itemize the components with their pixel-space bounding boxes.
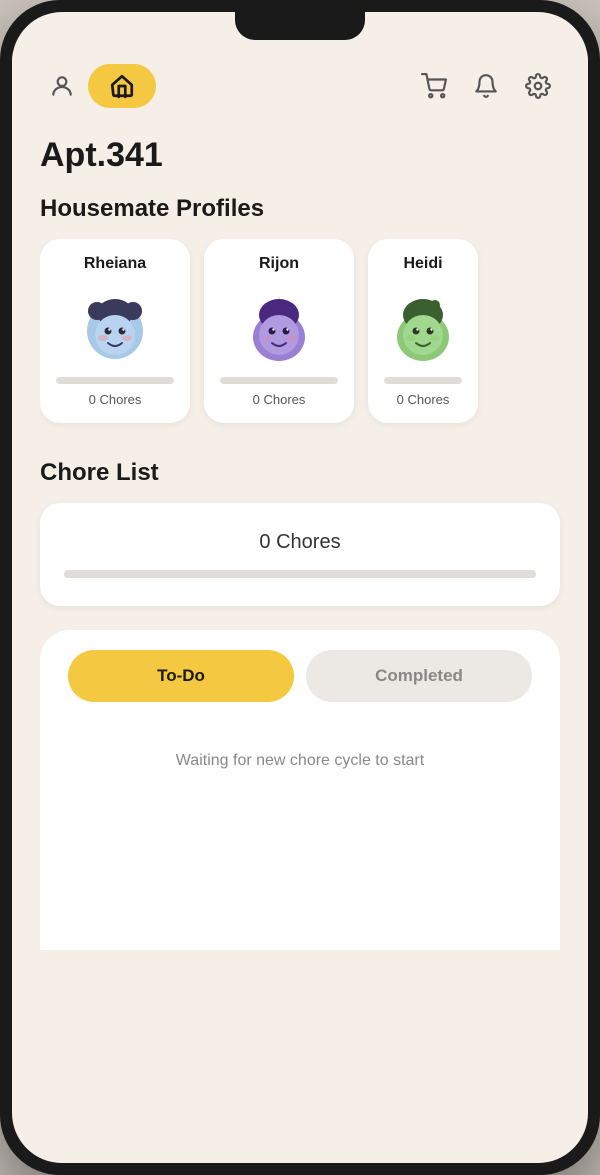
profile-name-rheiana: Rheiana — [84, 255, 146, 273]
chore-list-card: 0 Chores — [40, 503, 560, 606]
bell-icon — [473, 73, 499, 99]
app-content: Apt.341 Housemate Profiles Rheiana — [12, 12, 588, 1163]
todo-tab[interactable]: To-Do — [68, 650, 294, 702]
avatar-rijon — [239, 285, 319, 365]
empty-state-message: Waiting for new chore cycle to start — [68, 732, 532, 770]
gear-icon — [525, 73, 551, 99]
notch — [235, 12, 365, 40]
profiles-section-title: Housemate Profiles — [40, 195, 560, 223]
main-content: Apt.341 Housemate Profiles Rheiana — [12, 120, 588, 966]
avatar-rheiana — [75, 285, 155, 365]
bell-nav-button[interactable] — [464, 64, 508, 108]
nav-left — [40, 64, 156, 108]
chore-list-title: Chore List — [40, 459, 560, 487]
progress-heidi — [384, 377, 462, 384]
progress-rijon — [220, 377, 338, 384]
chore-list-count: 0 Chores — [259, 531, 340, 554]
completed-tab[interactable]: Completed — [306, 650, 532, 702]
profile-name-heidi: Heidi — [403, 255, 442, 273]
cart-icon — [421, 73, 447, 99]
cart-nav-button[interactable] — [412, 64, 456, 108]
chore-list-progress — [64, 570, 536, 578]
nav-bar — [12, 52, 588, 120]
person-icon — [49, 73, 75, 99]
chores-rijon: 0 Chores — [253, 392, 306, 407]
phone-frame: Apt.341 Housemate Profiles Rheiana — [0, 0, 600, 1175]
phone-screen: Apt.341 Housemate Profiles Rheiana — [12, 12, 588, 1163]
bottom-section: To-Do Completed Waiting for new chore cy… — [40, 630, 560, 950]
apt-title: Apt.341 — [40, 136, 560, 175]
tab-row: To-Do Completed — [68, 650, 532, 702]
progress-rheiana — [56, 377, 174, 384]
nav-right — [412, 64, 560, 108]
settings-nav-button[interactable] — [516, 64, 560, 108]
home-icon — [109, 73, 135, 99]
chores-heidi: 0 Chores — [397, 392, 450, 407]
home-nav-button[interactable] — [88, 64, 156, 108]
profile-name-rijon: Rijon — [259, 255, 299, 273]
profiles-scroll: Rheiana — [40, 239, 560, 431]
profile-nav-button[interactable] — [40, 64, 84, 108]
avatar-heidi — [383, 285, 463, 365]
profile-card-rijon[interactable]: Rijon — [204, 239, 354, 423]
chores-rheiana: 0 Chores — [89, 392, 142, 407]
profile-card-heidi[interactable]: Heidi — [368, 239, 478, 423]
profile-card-rheiana[interactable]: Rheiana — [40, 239, 190, 423]
